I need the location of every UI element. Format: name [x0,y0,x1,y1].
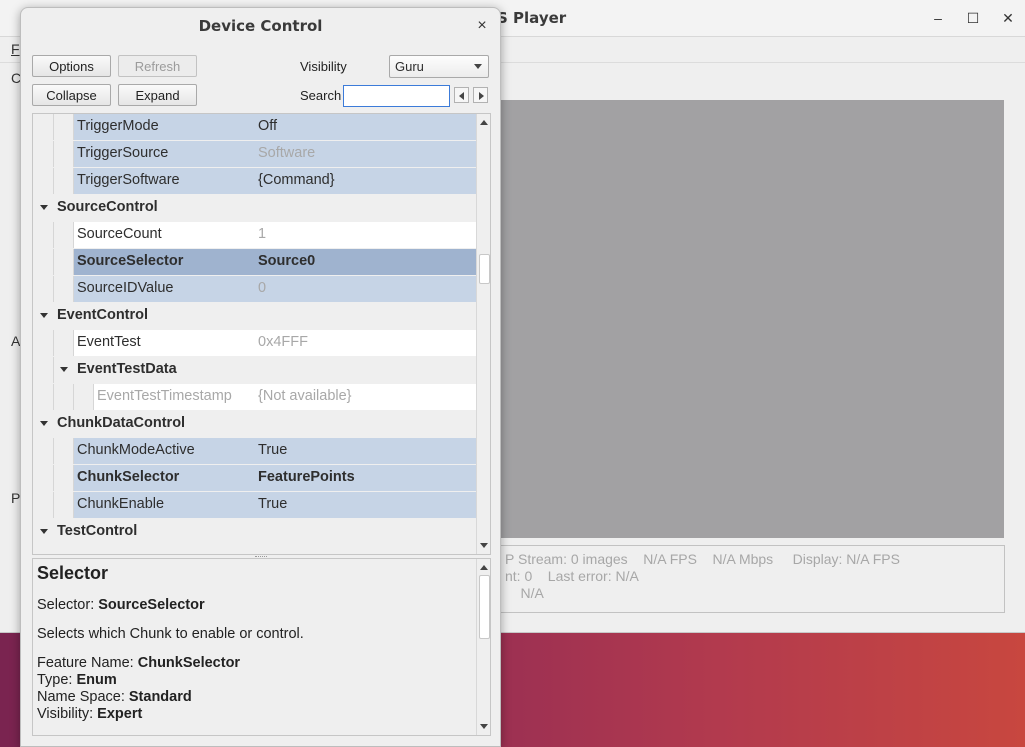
tree-row-value[interactable]: True [258,442,287,458]
description-text: Selects which Chunk to enable or control… [37,626,304,642]
expand-caret-icon[interactable] [40,205,48,210]
tree-category-name: SourceControl [57,199,158,215]
menu-file[interactable]: F [11,41,20,57]
description-type: Type: Enum [37,672,117,688]
scrollbar-thumb[interactable] [479,575,490,639]
description-scrollbar[interactable] [476,559,490,735]
scroll-down-icon[interactable] [480,543,488,548]
tree-row-value[interactable]: True [258,496,287,512]
tree-row-value: Software [258,145,316,161]
tree-subcategory-row[interactable]: EventTestData [33,357,476,383]
tree-row[interactable]: SourceIDValue 0 [33,276,476,302]
tree-row-value: 0 [258,280,267,296]
chevron-down-icon [474,64,482,69]
status-extra: N/A [505,585,544,601]
expand-caret-icon[interactable] [40,421,48,426]
refresh-button[interactable]: Refresh [118,55,197,77]
close-window-button[interactable]: ✕ [996,6,1020,30]
tree-row[interactable]: TriggerMode Off [33,114,476,140]
dialog-close-icon[interactable]: × [472,16,492,36]
tree-scrollbar[interactable] [476,114,490,554]
tree-row-value[interactable]: {Command} [258,172,335,188]
tree-row-selected[interactable]: SourceSelector Source0 [33,249,476,275]
tree-row-name: SourceSelector [77,253,184,269]
tree-row[interactable]: ChunkSelector FeaturePoints [33,465,476,491]
description-namespace: Name Space: Standard [37,689,192,705]
expand-button[interactable]: Expand [118,84,197,106]
arrow-right-icon [479,92,484,100]
description-selector: Selector: SourceSelector [37,597,205,613]
tree-row-name: ChunkSelector [77,469,180,485]
feature-tree[interactable]: TriggerMode Off TriggerSource Software T… [32,113,491,555]
tree-category-row[interactable]: ChunkDataControl [33,411,476,437]
visibility-select-value: Guru [395,59,424,74]
tree-row[interactable]: EventTest 0x4FFF [33,330,476,356]
visibility-select[interactable]: Guru [389,55,489,78]
video-display [498,100,1004,538]
tree-row-value[interactable]: FeaturePoints [258,469,355,485]
side-panel-label-p: P [11,490,21,506]
tree-row-name: ChunkModeActive [77,442,195,458]
search-label: Search [300,88,342,103]
description-visibility: Visibility: Expert [37,706,143,722]
tree-category-name: ChunkDataControl [57,415,186,431]
visibility-label: Visibility [300,59,347,74]
status-panel: P Stream: 0 images N/A FPS N/A Mbps Disp… [498,545,1005,613]
maximize-button[interactable]: ☐ [961,6,985,30]
tree-row-value[interactable]: Source0 [258,253,315,269]
tree-row-name: TriggerMode [77,118,159,134]
scrollbar-thumb[interactable] [479,254,490,284]
tree-row-name: TriggerSoftware [77,172,180,188]
description-panel: Selector Selector: SourceSelector Select… [32,558,491,736]
tree-row-value: 0x4FFF [258,334,308,350]
dialog-title: Device Control [198,17,323,35]
options-button[interactable]: Options [32,55,111,77]
tree-category-name: TestControl [57,523,138,539]
expand-caret-icon[interactable] [60,367,68,372]
tree-row[interactable]: SourceCount 1 [33,222,476,248]
side-panel-label-a: A [11,333,21,349]
description-feature-name: Feature Name: ChunkSelector [37,655,241,671]
tree-category-row[interactable]: SourceControl [33,195,476,221]
tree-row-value: {Not available} [258,388,352,404]
tree-row-name: EventTestTimestamp [97,388,232,404]
minimize-button[interactable]: – [926,6,950,30]
scroll-up-icon[interactable] [480,565,488,570]
tree-row-name: TriggerSource [77,145,169,161]
main-window-title: S Player [497,9,567,27]
tree-category-name: EventTestData [77,361,177,377]
tree-row[interactable]: ChunkModeActive True [33,438,476,464]
tree-category-name: EventControl [57,307,149,323]
tree-row[interactable]: EventTestTimestamp {Not available} [33,384,476,410]
description-title: Selector [37,563,109,583]
expand-caret-icon[interactable] [40,529,48,534]
tree-category-row[interactable]: EventControl [33,303,476,329]
tree-row-name: SourceCount [77,226,162,242]
tree-row-name: EventTest [77,334,141,350]
tree-row[interactable]: TriggerSource Software [33,141,476,167]
arrow-left-icon [459,92,464,100]
search-input[interactable] [343,85,450,107]
tree-row-value: 1 [258,226,267,242]
tree-row-name: SourceIDValue [77,280,174,296]
tree-row-value[interactable]: Off [258,118,277,134]
status-stream: P Stream: 0 images N/A FPS N/A Mbps Disp… [505,551,900,567]
scroll-up-icon[interactable] [480,120,488,125]
scroll-down-icon[interactable] [480,724,488,729]
tree-row[interactable]: ChunkEnable True [33,492,476,518]
search-prev-button[interactable] [454,87,469,103]
search-next-button[interactable] [473,87,488,103]
expand-caret-icon[interactable] [40,313,48,318]
status-errors: nt: 0 Last error: N/A [505,568,639,584]
tree-row-name: ChunkEnable [77,496,165,512]
collapse-button[interactable]: Collapse [32,84,111,106]
tree-category-row[interactable]: TestControl [33,519,476,545]
tree-row[interactable]: TriggerSoftware {Command} [33,168,476,194]
device-control-dialog: Device Control × Options Refresh Collaps… [20,7,501,747]
